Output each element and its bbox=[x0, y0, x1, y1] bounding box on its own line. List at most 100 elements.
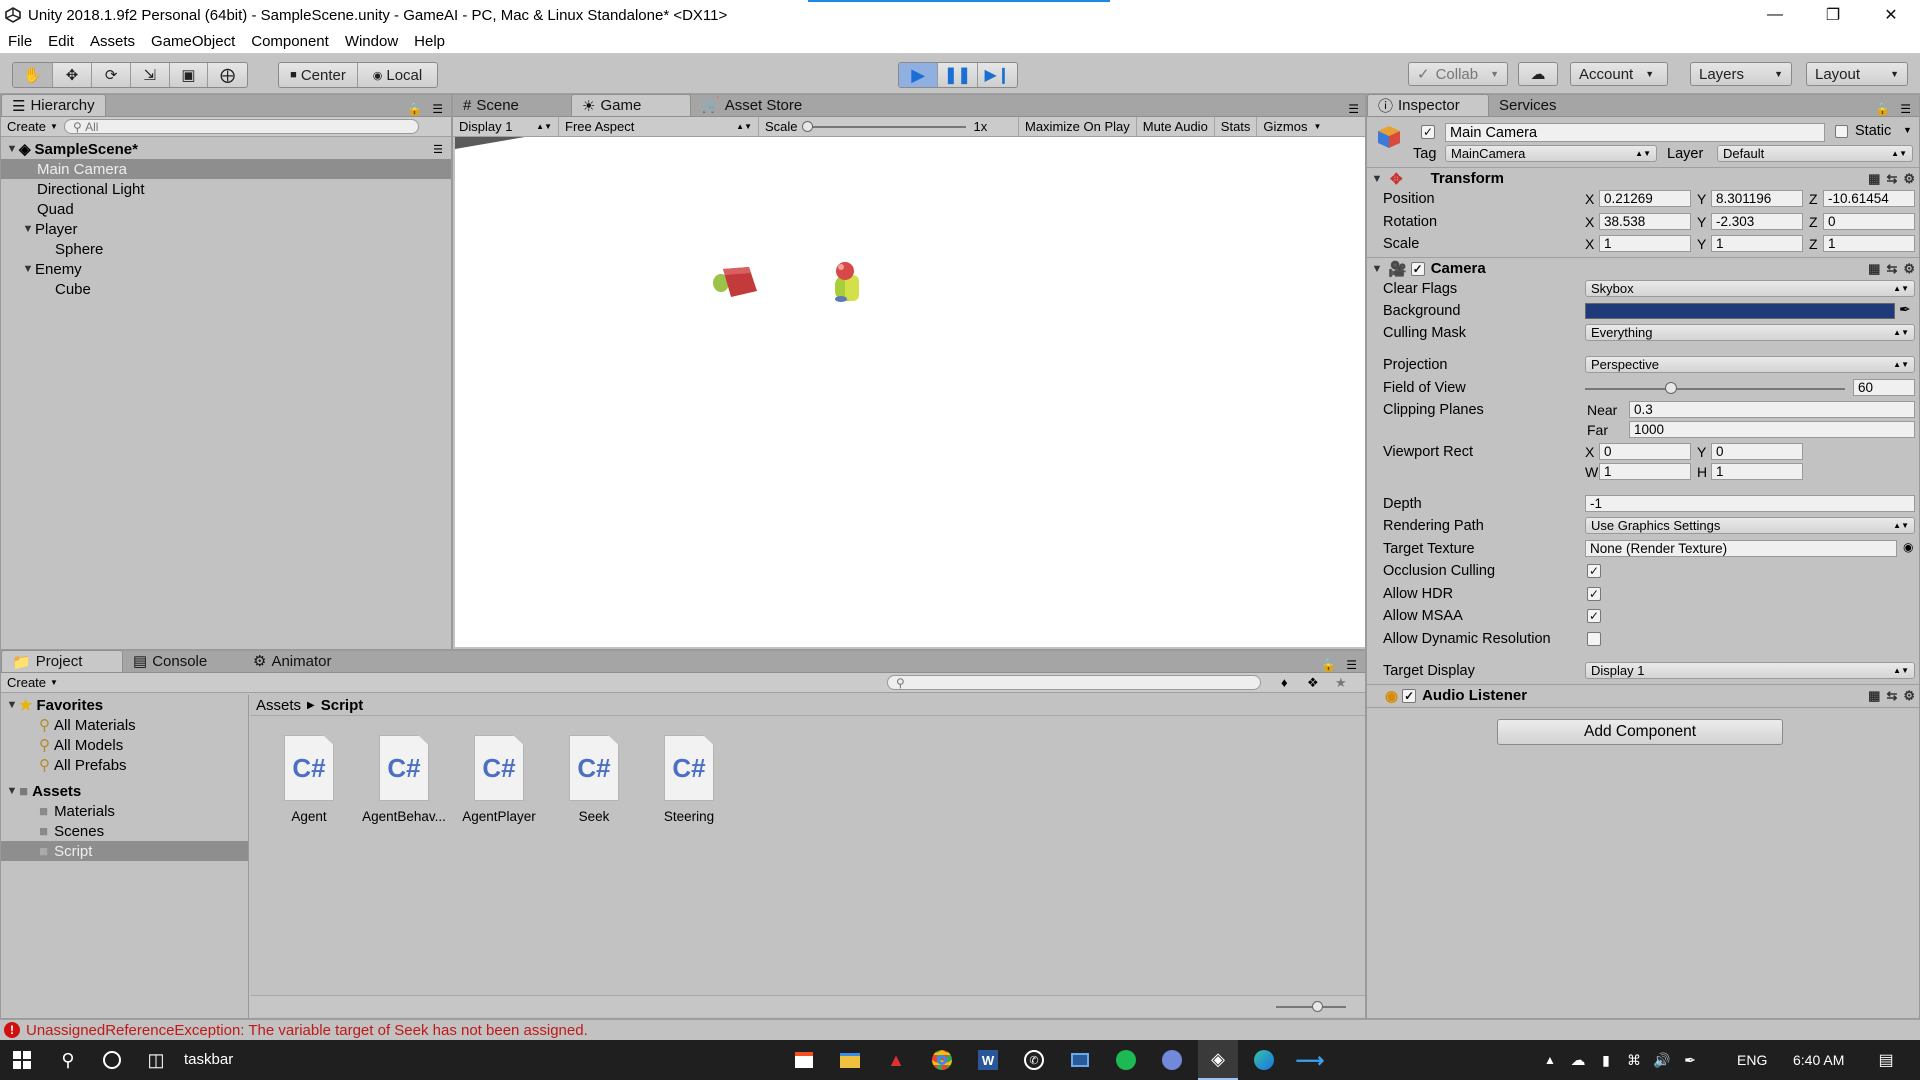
panel-menu-icon[interactable]: ☰ bbox=[1900, 102, 1911, 116]
active-checkbox[interactable]: ✓ bbox=[1421, 125, 1435, 139]
target-texture-field[interactable]: None (Render Texture) bbox=[1585, 540, 1897, 557]
menu-window[interactable]: Window bbox=[337, 33, 406, 50]
hierarchy-item-player[interactable]: ▼ Player bbox=[1, 219, 451, 239]
word-icon[interactable]: W bbox=[968, 1040, 1008, 1080]
chrome-icon[interactable] bbox=[922, 1040, 962, 1080]
lock-icon[interactable]: 🔒 bbox=[1875, 102, 1890, 116]
tag-dropdown[interactable]: MainCamera ▲▼ bbox=[1445, 145, 1657, 162]
panel-menu-icon[interactable]: ☰ bbox=[1348, 102, 1365, 116]
fov-slider-thumb[interactable] bbox=[1664, 382, 1677, 394]
near-field[interactable]: 0.3 bbox=[1629, 401, 1915, 418]
tab-game[interactable]: ☀ Game bbox=[571, 94, 691, 116]
object-picker-icon[interactable]: ◉ bbox=[1903, 540, 1913, 554]
scale-slider[interactable] bbox=[801, 120, 966, 132]
volume-icon[interactable]: 🔊 bbox=[1648, 1040, 1676, 1080]
menu-assets[interactable]: Assets bbox=[82, 33, 143, 50]
minimize-icon[interactable]: — bbox=[1746, 0, 1804, 30]
preset-icon[interactable]: ⇆ bbox=[1886, 688, 1897, 704]
wifi-icon[interactable]: ⌘ bbox=[1620, 1040, 1648, 1080]
game-viewport[interactable] bbox=[455, 137, 1365, 647]
allow-msaa-checkbox[interactable]: ✓ bbox=[1587, 609, 1601, 623]
hierarchy-item-quad[interactable]: Quad bbox=[1, 199, 451, 219]
expand-triangle-icon[interactable]: ▼ bbox=[21, 263, 35, 275]
folder-materials[interactable]: ■ Materials bbox=[1, 801, 248, 821]
folder-scenes[interactable]: ■ Scenes bbox=[1, 821, 248, 841]
hierarchy-create-button[interactable]: Create ▼ bbox=[7, 119, 58, 134]
whatsapp-icon[interactable]: ✆ bbox=[1014, 1040, 1054, 1080]
scale-x-field[interactable]: 1 bbox=[1599, 235, 1691, 252]
rotation-y-field[interactable]: -2.303 bbox=[1711, 213, 1803, 230]
pen-icon[interactable]: ✒ bbox=[1676, 1040, 1704, 1080]
hierarchy-search-input[interactable]: ⚲ All bbox=[63, 119, 419, 134]
asset-agentplayer[interactable]: C# AgentPlayer bbox=[454, 735, 544, 824]
asset-seek[interactable]: C# Seek bbox=[549, 735, 639, 824]
favorite-all-prefabs[interactable]: ⚲ All Prefabs bbox=[1, 755, 248, 775]
lock-icon[interactable]: 🔒 bbox=[1321, 658, 1336, 672]
expand-triangle-icon[interactable]: ▼ bbox=[5, 143, 19, 155]
filter-type-icon[interactable]: ♦ bbox=[1281, 675, 1288, 690]
target-display-dropdown[interactable]: Display 1 ▲▼ bbox=[1585, 662, 1915, 679]
project-search-input[interactable]: ⚲ bbox=[887, 675, 1261, 690]
pause-button[interactable]: ❚❚ bbox=[938, 63, 978, 87]
lock-icon[interactable]: 🔒 bbox=[407, 102, 422, 116]
icon-size-slider-thumb[interactable] bbox=[1312, 1001, 1323, 1012]
menu-gameobject[interactable]: GameObject bbox=[143, 33, 243, 50]
discord-icon[interactable] bbox=[1152, 1040, 1192, 1080]
scene-root[interactable]: ▼ ◈ SampleScene* ☰ bbox=[1, 139, 451, 159]
far-field[interactable]: 1000 bbox=[1629, 421, 1915, 438]
viewport-w-field[interactable]: 1 bbox=[1599, 463, 1691, 480]
audio-listener-checkbox[interactable]: ✓ bbox=[1402, 688, 1417, 703]
allow-hdr-checkbox[interactable]: ✓ bbox=[1587, 587, 1601, 601]
collab-button[interactable]: ✓ Collab ▼ bbox=[1408, 62, 1508, 86]
game-app-icon[interactable]: ▲ bbox=[876, 1040, 916, 1080]
filter-label-icon[interactable]: ❖ bbox=[1307, 675, 1319, 691]
layers-button[interactable]: Layers ▼ bbox=[1690, 62, 1792, 86]
favorite-all-models[interactable]: ⚲ All Models bbox=[1, 735, 248, 755]
panel-menu-icon[interactable]: ☰ bbox=[432, 102, 443, 116]
task-view-icon[interactable]: ◫ bbox=[136, 1040, 176, 1080]
spotify-icon[interactable] bbox=[1106, 1040, 1146, 1080]
asset-steering[interactable]: C# Steering bbox=[644, 735, 734, 824]
layout-button[interactable]: Layout ▼ bbox=[1806, 62, 1908, 86]
menu-edit[interactable]: Edit bbox=[40, 33, 82, 50]
viewport-x-field[interactable]: 0 bbox=[1599, 443, 1691, 460]
tab-asset-store[interactable]: 🛒 Asset Store bbox=[691, 94, 812, 116]
expand-triangle-icon[interactable]: ▼ bbox=[5, 699, 19, 711]
scale-y-field[interactable]: 1 bbox=[1711, 235, 1803, 252]
tab-console[interactable]: ▤ Console bbox=[123, 650, 243, 672]
position-y-field[interactable]: 8.301196 bbox=[1711, 190, 1803, 207]
edge-icon[interactable] bbox=[1244, 1040, 1284, 1080]
preset-icon[interactable]: ⇆ bbox=[1886, 261, 1897, 277]
menu-help[interactable]: Help bbox=[406, 33, 453, 50]
menu-component[interactable]: Component bbox=[243, 33, 337, 50]
hierarchy-item-enemy[interactable]: ▼ Enemy bbox=[1, 259, 451, 279]
project-create-button[interactable]: Create ▼ bbox=[7, 675, 58, 690]
hand-icon[interactable]: ✋ bbox=[13, 63, 53, 87]
file-explorer-icon[interactable] bbox=[830, 1040, 870, 1080]
component-settings-icon[interactable]: ⚙ bbox=[1903, 688, 1915, 704]
play-button[interactable]: ▶ bbox=[899, 63, 939, 87]
position-z-field[interactable]: -10.61454 bbox=[1823, 190, 1915, 207]
layer-dropdown[interactable]: Default ▲▼ bbox=[1717, 145, 1913, 162]
scale-icon[interactable]: ⇲ bbox=[131, 63, 170, 87]
favorite-star-icon[interactable]: ★ bbox=[1335, 675, 1347, 691]
scale-slider-thumb[interactable] bbox=[801, 120, 813, 132]
camera-header[interactable]: ▼ 🎥 ✓ Camera ▦ ⇆ ⚙ bbox=[1367, 257, 1919, 279]
asset-agentbehaviour[interactable]: C# AgentBehav... bbox=[359, 735, 449, 824]
vscode-icon[interactable]: ⟶ bbox=[1290, 1040, 1330, 1080]
folder-script[interactable]: ■ Script bbox=[1, 841, 248, 861]
step-button[interactable]: ▶❙ bbox=[978, 63, 1017, 87]
account-button[interactable]: Account ▼ bbox=[1570, 62, 1668, 86]
add-component-button[interactable]: Add Component bbox=[1497, 719, 1783, 745]
scale-z-field[interactable]: 1 bbox=[1823, 235, 1915, 252]
background-color-swatch[interactable] bbox=[1585, 303, 1895, 319]
collapse-triangle-icon[interactable]: ▼ bbox=[1370, 263, 1384, 275]
audio-listener-header[interactable]: ◉ ✓ Audio Listener ▦ ⇆ ⚙ bbox=[1367, 684, 1919, 706]
scene-menu-icon[interactable]: ☰ bbox=[433, 143, 443, 156]
hierarchy-item-directional-light[interactable]: Directional Light bbox=[1, 179, 451, 199]
pivot-center-button[interactable]: ■ Center bbox=[279, 63, 358, 87]
onedrive-icon[interactable]: ☁ bbox=[1564, 1040, 1592, 1080]
viewport-y-field[interactable]: 0 bbox=[1711, 443, 1803, 460]
occlusion-culling-checkbox[interactable]: ✓ bbox=[1587, 564, 1601, 578]
tray-chevron-icon[interactable]: ▲ bbox=[1536, 1040, 1564, 1080]
